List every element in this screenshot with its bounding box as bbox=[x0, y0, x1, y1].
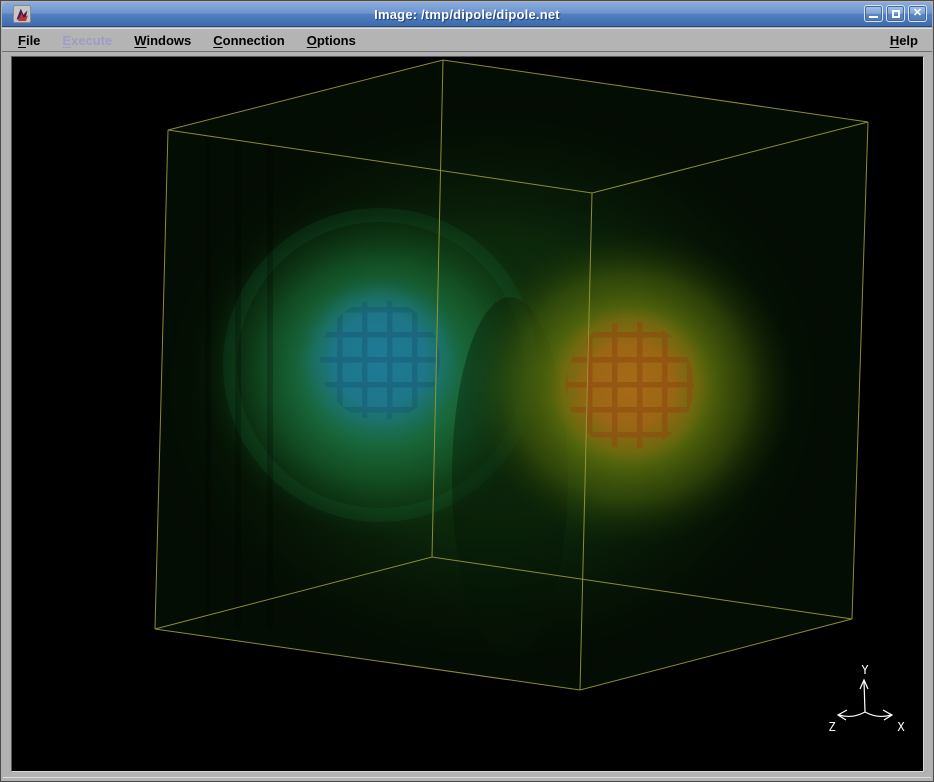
frame-bevel bbox=[3, 777, 931, 778]
window-title: Image: /tmp/dipole/dipole.net bbox=[2, 7, 932, 22]
image-window: Image: /tmp/dipole/dipole.net ✕ File Exe… bbox=[0, 0, 934, 782]
titlebar[interactable]: Image: /tmp/dipole/dipole.net ✕ bbox=[2, 2, 932, 27]
menu-execute[interactable]: Execute bbox=[56, 30, 118, 51]
close-button[interactable]: ✕ bbox=[908, 5, 927, 22]
menubar: File Execute Windows Connection Options … bbox=[2, 28, 932, 52]
render-viewport[interactable]: Y X Z bbox=[11, 56, 924, 772]
close-icon: ✕ bbox=[913, 8, 922, 19]
axis-label-z: Z bbox=[828, 720, 835, 734]
menu-connection[interactable]: Connection bbox=[207, 30, 291, 51]
menu-file[interactable]: File bbox=[12, 30, 46, 51]
menu-windows[interactable]: Windows bbox=[128, 30, 197, 51]
window-controls: ✕ bbox=[864, 5, 927, 22]
app-icon bbox=[13, 5, 31, 23]
dipole-volume-render: Y X Z bbox=[12, 57, 923, 771]
minimize-button[interactable] bbox=[864, 5, 883, 22]
maximize-icon bbox=[892, 10, 900, 18]
menu-help[interactable]: Help bbox=[884, 30, 924, 51]
menu-options[interactable]: Options bbox=[301, 30, 362, 51]
axis-label-y: Y bbox=[861, 663, 869, 677]
minimize-icon bbox=[869, 16, 878, 18]
maximize-button[interactable] bbox=[886, 5, 905, 22]
volume-rendering bbox=[132, 60, 868, 690]
axis-label-x: X bbox=[897, 720, 905, 734]
